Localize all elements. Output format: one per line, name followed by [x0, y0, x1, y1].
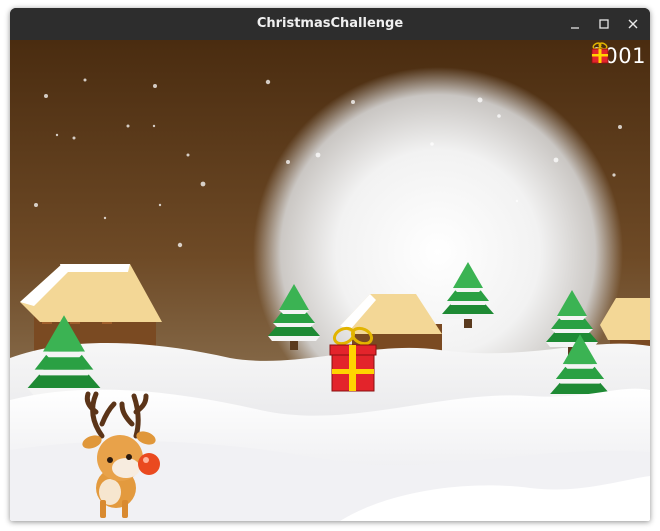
window-title: ChristmasChallenge	[256, 16, 404, 31]
close-icon[interactable]	[623, 14, 643, 34]
gift-icon	[591, 42, 608, 64]
game-scene	[10, 40, 650, 521]
score-display: 0001	[591, 42, 646, 70]
game-canvas[interactable]: 0001	[10, 40, 650, 521]
title-bar: ChristmasChallenge	[10, 8, 650, 40]
minimize-icon[interactable]	[565, 14, 585, 34]
maximize-icon[interactable]	[594, 14, 614, 34]
app-window: ChristmasChallenge 0001	[10, 8, 650, 521]
